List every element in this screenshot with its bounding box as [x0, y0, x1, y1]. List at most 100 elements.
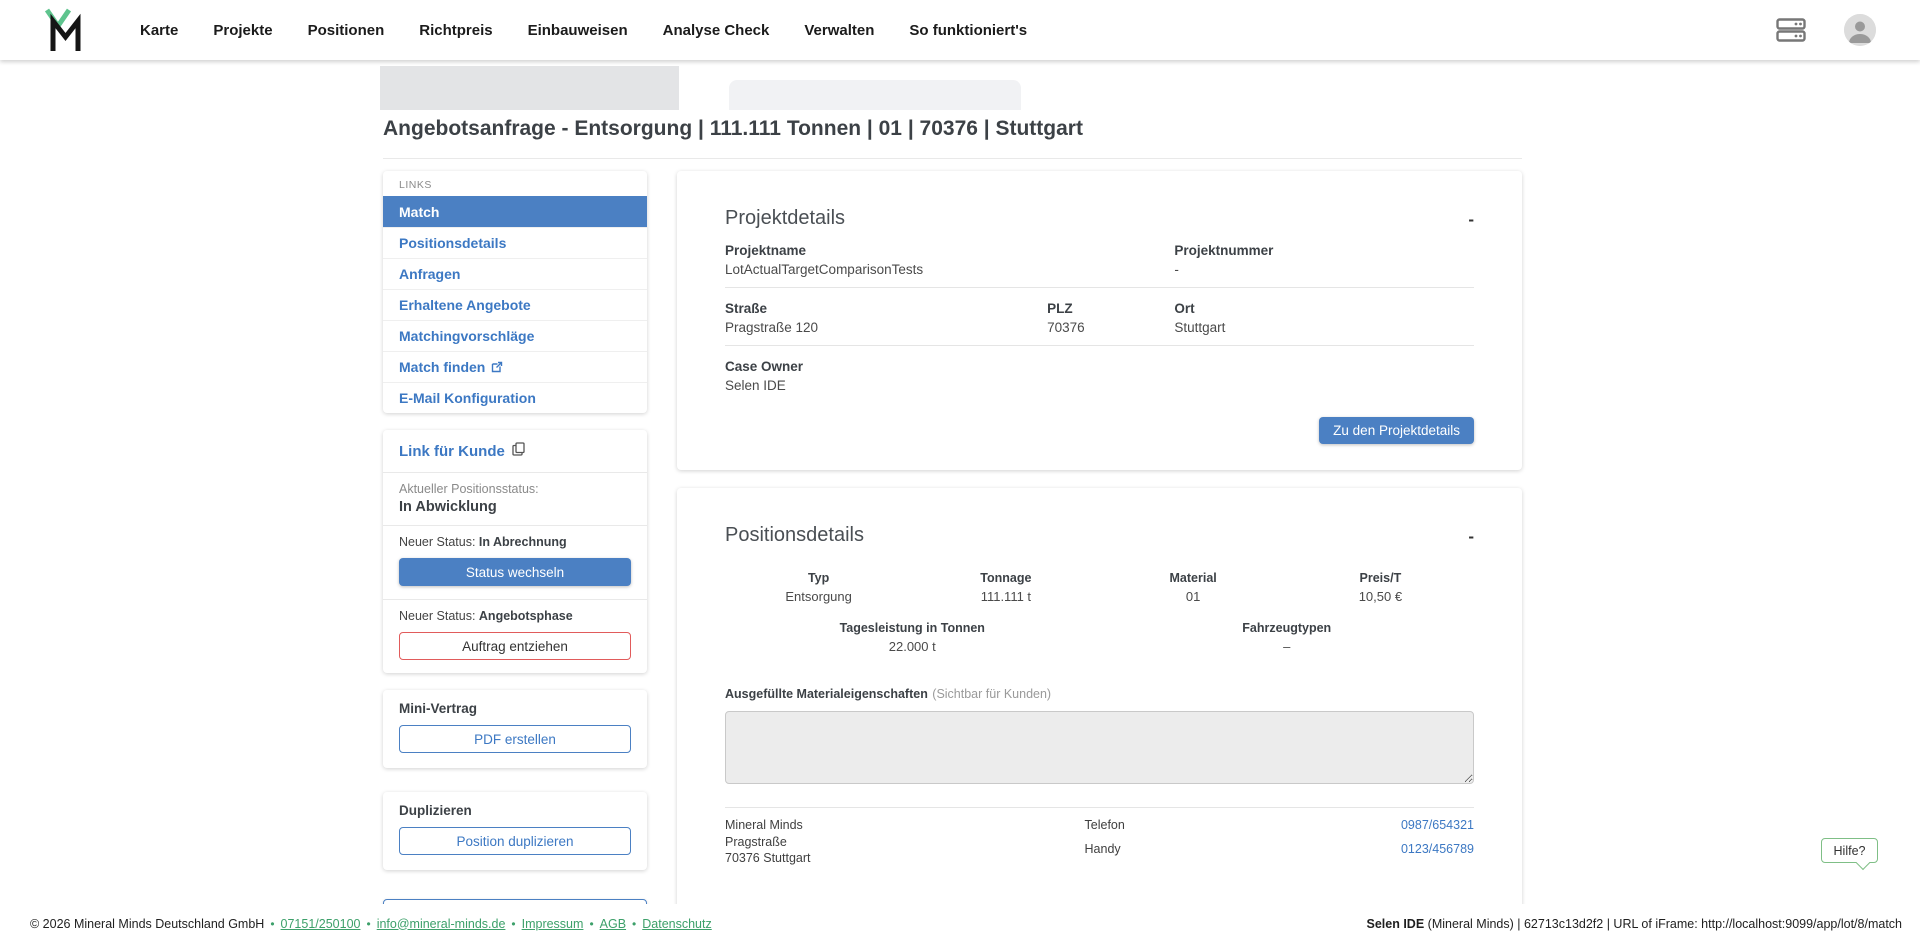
plz-value: 70376 [1047, 320, 1174, 335]
status-panel: Link für Kunde Aktueller Positionsstatus… [383, 430, 647, 673]
pdf-erstellen-button[interactable]: PDF erstellen [399, 725, 631, 753]
ort-label: Ort [1174, 301, 1474, 316]
duplizieren-title: Duplizieren [383, 803, 647, 818]
telefon-link[interactable]: 0987/654321 [1401, 817, 1474, 833]
sidebar-item-matchingvorschlaege[interactable]: Matchingvorschläge [383, 320, 647, 351]
separator: • [366, 917, 370, 931]
materialeigenschaften-label: Ausgefüllte Materialeigenschaften [725, 687, 928, 701]
nav-item-analyse-check[interactable]: Analyse Check [663, 22, 770, 39]
projektname-value: LotActualTargetComparisonTests [725, 262, 1174, 277]
sidebar-item-email-konfiguration[interactable]: E-Mail Konfiguration [383, 382, 647, 413]
nav-item-karte[interactable]: Karte [140, 22, 178, 39]
contact-city: 70376 Stuttgart [725, 850, 1085, 867]
fahrzeugtypen-label: Fahrzeugtypen [1100, 621, 1475, 635]
material-label: Material [1100, 571, 1287, 585]
session-user: Selen IDE [1367, 917, 1425, 931]
projektdetails-title: Projektdetails [725, 207, 1474, 230]
footer: © 2026 Mineral Minds Deutschland GmbH • … [0, 904, 1920, 943]
sidebar-item-positionsdetails[interactable]: Positionsdetails [383, 227, 647, 258]
handy-label: Handy [1085, 841, 1121, 857]
sidebar-item-label: Match finden [399, 359, 485, 375]
projekt-row-3: Case Owner Selen IDE [725, 346, 1474, 403]
footer-impressum-link[interactable]: Impressum [522, 917, 584, 931]
footer-agb-link[interactable]: AGB [600, 917, 626, 931]
position-duplizieren-button[interactable]: Position duplizieren [399, 827, 631, 855]
projektname-label: Projektname [725, 243, 1174, 258]
current-status-block: Aktueller Positionsstatus: In Abwicklung [383, 473, 647, 526]
projekt-row-1: Projektname LotActualTargetComparisonTes… [725, 230, 1474, 288]
sidebar-item-anfragen[interactable]: Anfragen [383, 258, 647, 289]
handy-link[interactable]: 0123/456789 [1401, 841, 1474, 857]
materialeigenschaften-textarea[interactable] [725, 711, 1474, 784]
position-fields-row-1: Typ Entsorgung Tonnage 111.111 t Materia… [725, 571, 1474, 604]
collapse-icon[interactable]: - [1468, 211, 1474, 228]
nav-menu: Karte Projekte Positionen Richtpreis Ein… [140, 22, 1027, 39]
tagesleistung-value: 22.000 t [725, 639, 1100, 654]
next-status-label: Neuer Status: [399, 609, 479, 623]
hilfe-button[interactable]: Hilfe? [1821, 838, 1878, 863]
sidebar-item-match[interactable]: Match [383, 196, 647, 227]
next-status-label: Neuer Status: [399, 535, 479, 549]
duplizieren-panel: Duplizieren Position duplizieren [383, 792, 647, 870]
nav-item-einbauweisen[interactable]: Einbauweisen [528, 22, 628, 39]
auftrag-entziehen-button[interactable]: Auftrag entziehen [399, 632, 631, 660]
material-value: 01 [1100, 589, 1287, 604]
session-details: (Mineral Minds) | 62713c13d2f2 | URL of … [1424, 917, 1902, 931]
typ-label: Typ [725, 571, 912, 585]
footer-email-link[interactable]: info@mineral-minds.de [377, 917, 506, 931]
status-wechseln-button[interactable]: Status wechseln [399, 558, 631, 586]
case-owner-value: Selen IDE [725, 378, 1047, 393]
links-panel: LINKS Match Positionsdetails Anfragen Er… [383, 171, 647, 413]
next-status-value: Angebotsphase [479, 609, 573, 623]
projektdetails-card: Projektdetails - Projektname LotActualTa… [677, 171, 1522, 470]
typ-value: Entsorgung [725, 589, 912, 604]
separator: • [270, 917, 274, 931]
telefon-label: Telefon [1085, 817, 1125, 833]
nav-item-positionen[interactable]: Positionen [308, 22, 385, 39]
case-owner-label: Case Owner [725, 359, 1047, 374]
contact-section: Mineral Minds Pragstraße 70376 Stuttgart… [725, 807, 1474, 867]
positionsdetails-title: Positionsdetails [725, 524, 1474, 547]
top-navigation: Karte Projekte Positionen Richtpreis Ein… [0, 0, 1920, 60]
contact-street: Pragstraße [725, 834, 1085, 851]
footer-phone-link[interactable]: 07151/250100 [281, 917, 361, 931]
mini-vertrag-panel: Mini-Vertrag PDF erstellen [383, 690, 647, 768]
footer-copyright: © 2026 Mineral Minds Deutschland GmbH [30, 917, 264, 931]
separator: • [632, 917, 636, 931]
external-link-icon [491, 361, 503, 373]
current-status-label: Aktueller Positionsstatus: [399, 482, 631, 496]
projektnummer-label: Projektnummer [1174, 243, 1474, 258]
zu-den-projektdetails-button[interactable]: Zu den Projektdetails [1319, 417, 1474, 444]
footer-datenschutz-link[interactable]: Datenschutz [642, 917, 711, 931]
session-status-text: Selen IDE (Mineral Minds) | 62713c13d2f2… [1367, 917, 1902, 931]
sidebar-item-erhaltene-angebote[interactable]: Erhaltene Angebote [383, 289, 647, 320]
ort-value: Stuttgart [1174, 320, 1474, 335]
contact-company: Mineral Minds [725, 817, 1085, 834]
separator: • [511, 917, 515, 931]
customer-link[interactable]: Link für Kunde [383, 430, 647, 473]
nav-item-verwalten[interactable]: Verwalten [804, 22, 874, 39]
current-status-value: In Abwicklung [399, 499, 631, 515]
strasse-label: Straße [725, 301, 1047, 316]
page-title: Angebotsanfrage - Entsorgung | 111.111 T… [383, 117, 1522, 159]
projektnummer-value: - [1174, 262, 1474, 277]
positionsdetails-card: Positionsdetails - Typ Entsorgung Tonnag… [677, 488, 1522, 927]
separator: • [589, 917, 593, 931]
mineral-minds-logo-icon[interactable] [44, 7, 84, 53]
sidebar-item-match-finden[interactable]: Match finden [383, 351, 647, 382]
plz-label: PLZ [1047, 301, 1174, 316]
mini-vertrag-title: Mini-Vertrag [383, 701, 647, 716]
strasse-value: Pragstraße 120 [725, 320, 1047, 335]
tonnage-value: 111.111 t [912, 589, 1099, 604]
tonnage-label: Tonnage [912, 571, 1099, 585]
nav-item-projekte[interactable]: Projekte [213, 22, 272, 39]
nav-item-richtpreis[interactable]: Richtpreis [419, 22, 492, 39]
preis-value: 10,50 € [1287, 589, 1474, 604]
preis-label: Preis/T [1287, 571, 1474, 585]
collapse-icon[interactable]: - [1468, 528, 1474, 545]
nav-item-so-funktionierts[interactable]: So funktioniert's [909, 22, 1027, 39]
fahrzeugtypen-value: – [1100, 639, 1475, 654]
server-icon[interactable] [1776, 18, 1806, 42]
user-avatar-icon[interactable] [1844, 14, 1876, 46]
next-status-value: In Abrechnung [479, 535, 567, 549]
